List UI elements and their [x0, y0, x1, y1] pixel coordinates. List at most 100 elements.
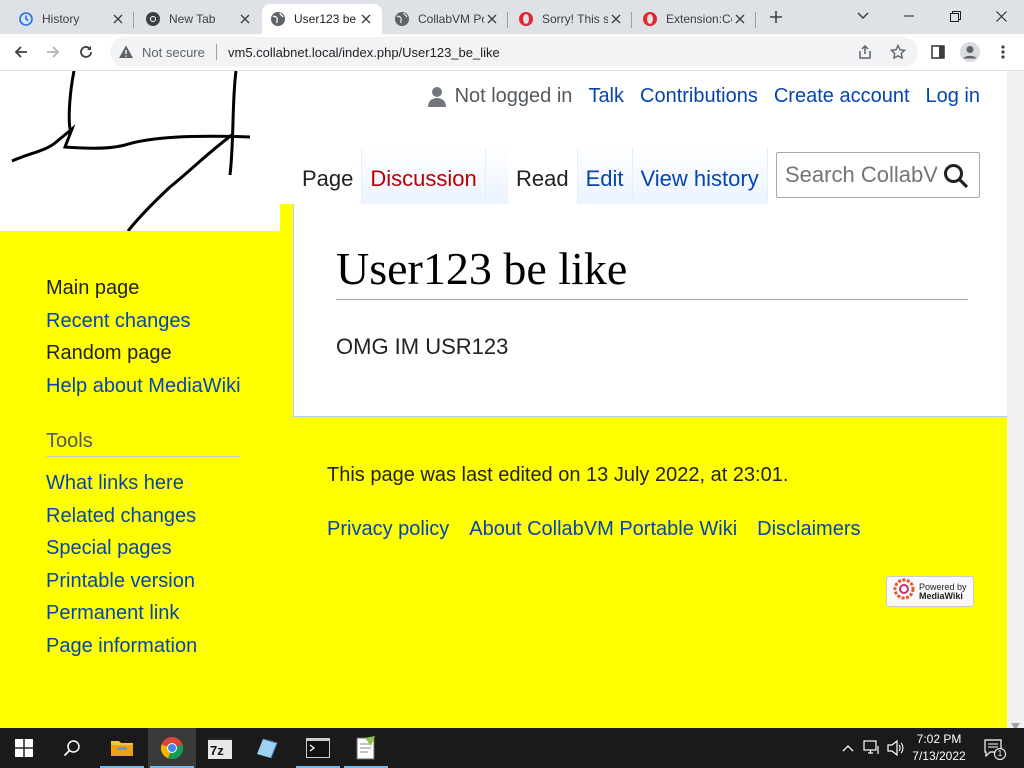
page-viewport: Not logged in Talk Contributions Create … [0, 71, 1024, 728]
tab-read[interactable]: Read [508, 148, 578, 204]
taskbar-notepad-app[interactable] [244, 728, 292, 768]
svg-text:7z: 7z [210, 743, 224, 758]
tab-page[interactable]: Page [294, 148, 363, 204]
tab-edit[interactable]: Edit [577, 148, 633, 204]
tools-heading: Tools [46, 430, 240, 457]
browser-menu-button[interactable] [991, 40, 1015, 64]
mediawiki-flower-icon [893, 578, 915, 605]
forward-button[interactable] [41, 40, 65, 64]
login-status: Not logged in [454, 85, 573, 107]
tab-extension-confirm[interactable]: Extension:Confirm [634, 4, 756, 34]
sidebar-item-recent-changes[interactable]: Recent changes [46, 305, 241, 338]
tab-discussion[interactable]: Discussion [362, 148, 486, 204]
globe-icon [394, 11, 410, 27]
tab-user123[interactable]: User123 be like [262, 4, 382, 34]
reload-button[interactable] [74, 40, 98, 64]
tab-label: History [42, 12, 80, 26]
privacy-policy-link[interactable]: Privacy policy [327, 518, 449, 541]
powered-by-mediawiki-badge[interactable]: Powered by MediaWiki [886, 576, 974, 607]
article-content: User123 be like OMG IM USR123 [293, 204, 1007, 417]
sidebar-item-special-pages[interactable]: Special pages [46, 532, 197, 565]
taskbar-file-explorer[interactable] [98, 728, 146, 768]
tab-sorry[interactable]: Sorry! This site is unavailable [510, 4, 632, 34]
close-icon[interactable] [110, 11, 126, 27]
talk-link[interactable]: Talk [588, 85, 624, 108]
close-icon[interactable] [732, 11, 748, 27]
tab-label: New Tab [169, 12, 216, 26]
security-status[interactable]: Not secure [142, 45, 205, 60]
browser-toolbar: Not secure vm5.collabnet.local/index.php… [0, 34, 1024, 71]
profile-avatar[interactable] [958, 40, 982, 64]
sidebar-item-main-page[interactable]: Main page [46, 272, 241, 305]
bookmark-star-icon[interactable] [889, 43, 907, 61]
mediawiki-text: MediaWiki [919, 590, 963, 601]
sidebar-item-page-information[interactable]: Page information [46, 630, 197, 663]
tray-overflow-chevron-icon[interactable] [838, 738, 858, 758]
7zip-icon: 7z [208, 737, 232, 759]
taskbar-7zip[interactable]: 7z [196, 728, 244, 768]
sidebar-item-what-links-here[interactable]: What links here [46, 467, 197, 500]
close-icon[interactable] [358, 11, 374, 27]
wiki-logo[interactable] [0, 71, 280, 232]
article-body: OMG IM USR123 [336, 334, 509, 359]
page-scrollbar[interactable] [1007, 71, 1024, 728]
close-icon[interactable] [484, 11, 500, 27]
clock-time: 7:02 PM [916, 732, 962, 746]
last-edited-info: This page was last edited on 13 July 202… [327, 464, 789, 486]
tab-new-tab[interactable]: New Tab [137, 4, 261, 34]
network-icon[interactable] [862, 738, 882, 758]
close-icon[interactable] [237, 11, 253, 27]
footer-links: Privacy policy About CollabVM Portable W… [327, 518, 881, 541]
tab-view-history[interactable]: View history [632, 148, 768, 204]
tab-search-button[interactable] [840, 0, 886, 32]
share-icon[interactable] [856, 43, 874, 61]
side-panel-button[interactable] [926, 40, 950, 64]
about-link[interactable]: About CollabVM Portable Wiki [469, 518, 737, 541]
warning-icon[interactable] [118, 44, 134, 60]
search-input[interactable] [785, 161, 937, 189]
chrome-icon [160, 737, 184, 760]
opera-icon [642, 11, 658, 27]
url-text[interactable]: vm5.collabnet.local/index.php/User123_be… [228, 45, 500, 60]
sidebar-item-help[interactable]: Help about MediaWiki [46, 370, 241, 403]
close-window-button[interactable] [978, 0, 1024, 32]
app-icon [257, 738, 278, 759]
taskbar-notepadpp[interactable] [342, 728, 390, 768]
tab-history[interactable]: History [10, 4, 134, 34]
sidebar-item-related-changes[interactable]: Related changes [46, 500, 197, 533]
tab-label: Sorry! This site is unavailable [542, 12, 608, 26]
new-tab-button[interactable] [764, 5, 788, 29]
restore-button[interactable] [932, 0, 978, 32]
opera-icon [518, 11, 534, 27]
notepad-plus-plus-icon [356, 736, 375, 760]
scroll-down-icon[interactable] [1011, 717, 1020, 728]
start-button[interactable] [0, 728, 48, 768]
back-button[interactable] [9, 40, 33, 64]
browser-tab-strip: History New Tab User123 be like CollabVM… [0, 0, 1024, 34]
taskbar-search-button[interactable] [48, 728, 96, 768]
volume-icon[interactable] [886, 738, 906, 758]
create-account-link[interactable]: Create account [774, 85, 910, 108]
sidebar-navigation: Main page Recent changes Random page Hel… [46, 272, 241, 402]
search-icon[interactable] [943, 163, 969, 189]
minimize-button[interactable] [886, 0, 932, 32]
sidebar-item-permanent-link[interactable]: Permanent link [46, 597, 197, 630]
history-icon [18, 11, 34, 27]
search-icon [63, 740, 80, 757]
log-in-link[interactable]: Log in [926, 85, 981, 108]
taskbar-terminal[interactable] [294, 728, 342, 768]
personal-tools: Not logged in Talk Contributions Create … [427, 85, 980, 108]
globe-icon [270, 11, 286, 27]
sidebar-item-printable-version[interactable]: Printable version [46, 565, 197, 598]
disclaimers-link[interactable]: Disclaimers [757, 518, 860, 541]
sidebar-item-random-page[interactable]: Random page [46, 337, 241, 370]
close-icon[interactable] [608, 11, 624, 27]
sidebar-tools: What links here Related changes Special … [46, 467, 197, 662]
taskbar-chrome[interactable] [148, 728, 196, 768]
tab-label: User123 be like [294, 12, 358, 26]
contributions-link[interactable]: Contributions [640, 85, 758, 108]
system-clock[interactable]: 7:02 PM 7/13/2022 [904, 731, 974, 765]
tab-collabvm-wiki[interactable]: CollabVM Portable Wiki [386, 4, 508, 34]
action-center-button[interactable]: 1 [984, 738, 1006, 760]
address-bar[interactable]: Not secure vm5.collabnet.local/index.php… [110, 37, 918, 67]
